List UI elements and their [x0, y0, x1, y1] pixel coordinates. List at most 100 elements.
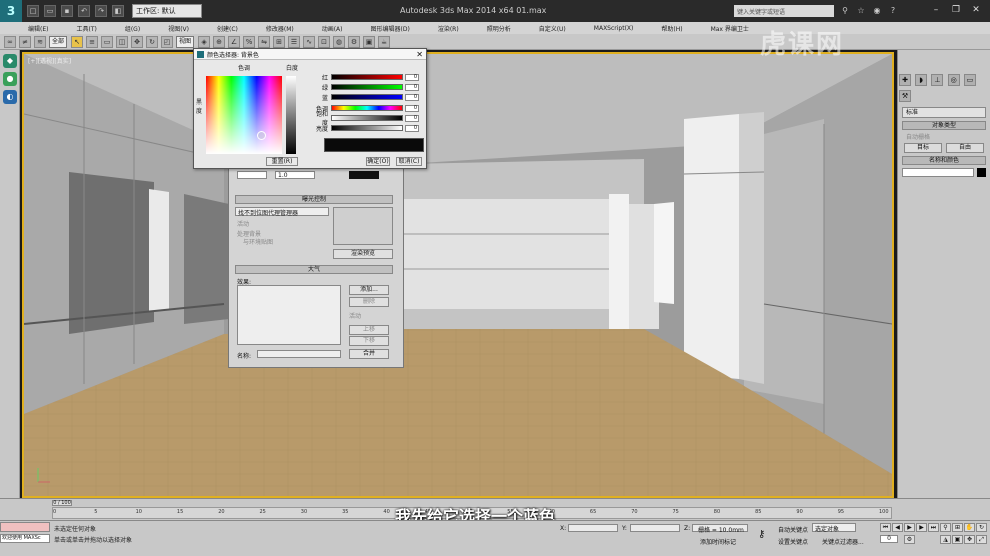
undo-icon[interactable]: ↶ — [78, 5, 90, 17]
free-camera-button[interactable]: 自由 — [946, 143, 984, 153]
align-icon[interactable]: ⊞ — [273, 35, 286, 48]
menu-maxscript[interactable]: MAXScript(X) — [594, 25, 634, 32]
fov-icon[interactable]: ◮ — [940, 535, 951, 544]
x-coordinate-input[interactable] — [568, 524, 618, 532]
hue-value[interactable]: 0 — [405, 104, 419, 112]
binoculars-icon[interactable]: ⚲ — [840, 6, 850, 16]
previous-frame-icon[interactable]: ◀ — [892, 523, 903, 532]
reset-button[interactable]: 重置(R) — [266, 157, 298, 166]
select-by-name-icon[interactable]: ≡ — [86, 35, 99, 48]
move-up-button[interactable]: 上移 — [349, 325, 389, 335]
unlink-icon[interactable]: ≠ — [19, 35, 31, 48]
new-file-icon[interactable]: □ — [27, 5, 39, 17]
utilities-tab-icon[interactable]: ⚒ — [899, 90, 911, 102]
save-icon[interactable]: ▪ — [61, 5, 73, 17]
user-icon[interactable]: ◉ — [872, 6, 882, 16]
ambient-swatch[interactable] — [349, 171, 379, 179]
name-color-header[interactable]: 名称和颜色 — [902, 156, 986, 165]
shield-icon[interactable]: ◐ — [3, 90, 17, 104]
open-file-icon[interactable]: ▭ — [44, 5, 56, 17]
go-to-end-icon[interactable]: ⏭ — [928, 523, 939, 532]
green-slider[interactable] — [331, 84, 403, 90]
material-editor-icon[interactable]: ◍ — [333, 35, 346, 48]
zoom-icon[interactable]: ⚲ — [940, 523, 951, 532]
render-icon[interactable]: ☕ — [378, 35, 391, 48]
layer-icon[interactable]: ☰ — [288, 35, 301, 48]
scale-icon[interactable]: ◰ — [161, 35, 174, 48]
maxscript-welcome[interactable]: 欢迎使用 MAXSc — [0, 534, 50, 543]
mirror-icon[interactable]: ⇋ — [258, 35, 271, 48]
target-camera-button[interactable]: 目标 — [904, 143, 942, 153]
render-frame-icon[interactable]: ▣ — [363, 35, 376, 48]
menu-edit[interactable]: 编辑(E) — [28, 24, 48, 33]
window-crossing-icon[interactable]: ◫ — [116, 35, 129, 48]
go-to-start-icon[interactable]: ⏮ — [880, 523, 891, 532]
red-slider[interactable] — [331, 74, 403, 80]
delete-effect-button[interactable]: 删除 — [349, 297, 389, 307]
time-config-icon[interactable]: ⚙ — [904, 535, 915, 544]
green-value[interactable]: 0 — [405, 83, 419, 91]
auto-key-button[interactable]: 自动关键点 — [778, 525, 808, 534]
move-down-button[interactable]: 下移 — [349, 336, 389, 346]
object-type-header[interactable]: 对象类型 — [902, 121, 986, 130]
color-picker-titlebar[interactable]: 颜色选择器: 背景色 ✕ — [194, 49, 426, 60]
active-effect-checkbox[interactable]: 活动 — [349, 311, 361, 320]
app-logo-icon[interactable]: 3 — [0, 0, 22, 22]
bind-icon[interactable]: ≋ — [34, 35, 46, 48]
modify-tab-icon[interactable]: ◗ — [915, 74, 928, 86]
menu-graph-editors[interactable]: 图形编辑器(D) — [371, 24, 410, 33]
hold-icon[interactable]: ◧ — [112, 5, 124, 17]
restore-icon[interactable]: ❐ — [948, 3, 964, 17]
menu-rendering[interactable]: 渲染(R) — [438, 24, 459, 33]
plugin-icon[interactable]: ● — [3, 72, 17, 86]
saturation-slider[interactable] — [331, 115, 403, 121]
hierarchy-tab-icon[interactable]: ⊥ — [931, 74, 944, 86]
create-tab-icon[interactable]: ✚ — [899, 74, 911, 86]
angle-snap-icon[interactable]: ∠ — [228, 35, 241, 48]
zoom-all-icon[interactable]: ⊞ — [952, 523, 963, 532]
current-frame-input[interactable]: 0 — [880, 535, 898, 543]
key-filters-button[interactable]: 关键点过滤器... — [822, 537, 864, 546]
menu-views[interactable]: 视图(V) — [168, 24, 189, 33]
menu-group[interactable]: 组(G) — [125, 24, 140, 33]
level-input[interactable]: 1.0 — [275, 171, 315, 179]
motion-tab-icon[interactable]: ◎ — [947, 74, 960, 86]
pan-icon[interactable]: ✋ — [964, 523, 975, 532]
close-icon[interactable]: ✕ — [968, 3, 984, 17]
move-icon[interactable]: ✥ — [131, 35, 144, 48]
help-icon[interactable]: ? — [888, 6, 898, 16]
effects-list[interactable] — [237, 285, 341, 345]
select-object-icon[interactable]: ↖ — [71, 35, 84, 48]
pivot-icon[interactable]: ◈ — [198, 35, 211, 48]
curve-editor-icon[interactable]: ∿ — [303, 35, 316, 48]
exposure-control-header[interactable]: 曝光控制 — [235, 195, 393, 204]
value-slider[interactable] — [331, 125, 403, 131]
menu-animation[interactable]: 动画(A) — [322, 24, 343, 33]
atmosphere-header[interactable]: 大气 — [235, 265, 393, 274]
cancel-button[interactable]: 取消(C) — [396, 157, 422, 166]
rect-selection-icon[interactable]: ▭ — [101, 35, 114, 48]
orbit-icon[interactable]: ↻ — [976, 523, 987, 532]
zoom-region-icon[interactable]: ▣ — [952, 535, 963, 544]
link-icon[interactable]: ∞ — [4, 35, 16, 48]
effect-name-input[interactable] — [257, 350, 341, 358]
redo-icon[interactable]: ↷ — [95, 5, 107, 17]
hue-slider[interactable] — [331, 105, 403, 111]
display-tab-icon[interactable]: ▭ — [963, 74, 976, 86]
menu-customize[interactable]: 自定义(U) — [539, 24, 566, 33]
render-setup-icon[interactable]: ⚙ — [348, 35, 361, 48]
menu-create[interactable]: 创建(C) — [217, 24, 238, 33]
play-icon[interactable]: ▶ — [904, 523, 915, 532]
active-checkbox[interactable]: 活动 — [237, 219, 249, 228]
maximize-viewport-icon[interactable]: ⤢ — [976, 535, 987, 544]
key-icon[interactable]: ⚷ — [758, 529, 765, 540]
rotate-icon[interactable]: ↻ — [146, 35, 159, 48]
walk-icon[interactable]: ✥ — [964, 535, 975, 544]
star-icon[interactable]: ☆ — [856, 6, 866, 16]
menu-lighting[interactable]: 照明分析 — [487, 24, 511, 33]
menu-tools[interactable]: 工具(T) — [76, 24, 96, 33]
exposure-select[interactable]: 找不到位图代理管理器 — [235, 207, 329, 217]
add-effect-button[interactable]: 添加... — [349, 285, 389, 295]
add-time-tag[interactable]: 添加时间标记 — [700, 537, 736, 546]
minimize-icon[interactable]: – — [928, 3, 944, 17]
